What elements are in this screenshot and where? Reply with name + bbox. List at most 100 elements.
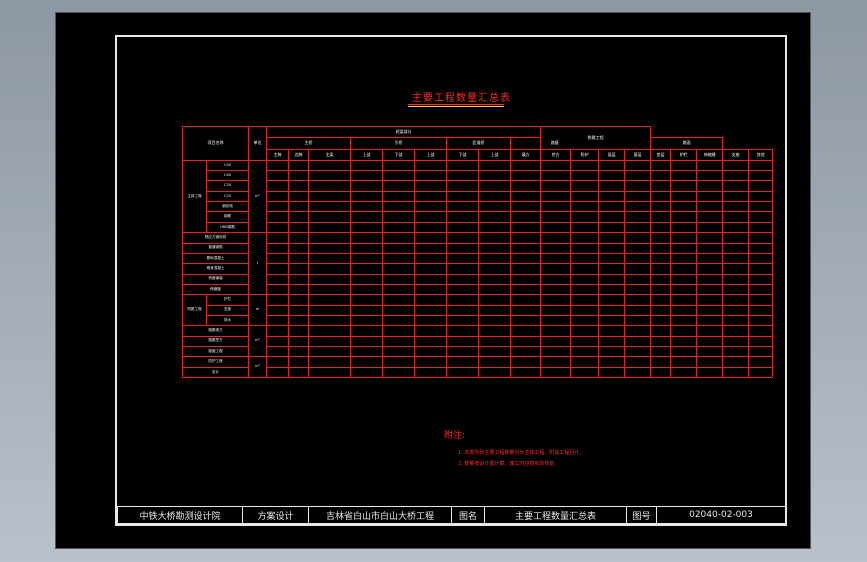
table-cell — [670, 335, 698, 347]
table-cell — [350, 190, 383, 203]
table-cell: 基础混凝土 — [182, 252, 249, 265]
table-cell — [624, 345, 652, 358]
table-cell — [478, 304, 511, 316]
table-cell — [288, 273, 309, 285]
table-cell — [288, 170, 309, 182]
table-cell: 桥梁部分 — [265, 125, 542, 139]
table-row: 钢筋 — [183, 211, 774, 223]
table-cell — [540, 170, 572, 182]
table-cell — [308, 242, 351, 254]
table-cell — [308, 335, 351, 347]
table-cell — [414, 304, 447, 316]
table-cell — [650, 221, 672, 234]
table-cell — [624, 304, 652, 316]
table-cell — [540, 201, 572, 213]
table-cell — [414, 242, 447, 254]
table-cell — [446, 190, 479, 203]
table-cell — [266, 345, 289, 358]
table-cell — [509, 232, 542, 244]
table-cell — [446, 252, 479, 265]
table-cell — [446, 345, 479, 358]
table-cell — [650, 190, 672, 203]
table-cell — [624, 366, 652, 379]
table-cell — [624, 180, 652, 192]
table-header-row: 项目名称 单位 桥梁部分 附属工程 — [182, 125, 773, 161]
table-cell — [696, 180, 724, 192]
table-cell — [670, 273, 698, 285]
table-cell — [382, 201, 415, 213]
table-cell — [598, 325, 626, 337]
table-cell — [670, 294, 698, 306]
table-cell — [478, 366, 511, 379]
table-cell: 面层 — [598, 148, 626, 161]
table-cell — [540, 242, 572, 254]
table-cell — [509, 314, 542, 327]
table-cell — [478, 335, 511, 347]
table-cell: C50 — [206, 159, 249, 172]
table-cell: 单位 — [248, 126, 267, 161]
table-cell: 路基挖方 — [182, 335, 249, 347]
table-cell — [308, 232, 351, 244]
table-cell — [288, 304, 309, 316]
table-cell: 防护 — [570, 148, 600, 161]
table-cell — [722, 335, 750, 347]
table-cell: HRB钢筋 — [206, 221, 249, 234]
table-cell — [308, 304, 351, 316]
table-cell — [446, 201, 479, 213]
table-cell — [624, 356, 652, 368]
table-cell — [288, 232, 309, 244]
table-cell: 主体工程 — [182, 159, 207, 234]
table-cell — [266, 170, 289, 182]
table-cell — [748, 211, 774, 223]
table-row: 主体工程 C50 m³ — [182, 159, 774, 234]
table-cell — [670, 190, 698, 203]
table-cell — [670, 252, 698, 265]
table-cell — [748, 242, 774, 254]
table-cell — [650, 211, 672, 223]
table-cell — [748, 221, 774, 234]
table-cell: 项目名称 — [182, 126, 249, 161]
table-cell — [308, 294, 351, 306]
table-row: 支座 — [183, 304, 774, 316]
table-cell: 伸缩缝 — [182, 283, 249, 296]
table-cell: 上部 — [478, 148, 511, 161]
table-cell — [670, 232, 698, 244]
table-cell — [446, 314, 479, 327]
table-row: 墩身混凝土 — [182, 263, 774, 275]
table-cell: 基层 — [624, 148, 652, 161]
table-cell — [414, 201, 447, 213]
table-cell — [382, 159, 415, 172]
table-cell — [540, 159, 572, 172]
table-cell: 钢筋 — [206, 211, 249, 223]
table-cell — [650, 159, 672, 172]
table-cell — [509, 201, 542, 213]
table-cell — [570, 252, 600, 265]
table-cell: 匝道桥 — [446, 137, 511, 150]
table-cell — [414, 356, 447, 368]
table-cell — [696, 232, 724, 244]
table-cell — [598, 263, 626, 275]
table-cell — [478, 180, 511, 192]
table-cell — [624, 314, 652, 327]
table-cell — [696, 211, 724, 223]
table-cell — [382, 190, 415, 203]
table-row: 桥面铺装 — [182, 273, 774, 285]
table-row: C40 — [183, 170, 774, 182]
table-cell — [478, 201, 511, 213]
table-cell: 上部 — [414, 148, 447, 161]
table-cell: C30 — [206, 180, 249, 192]
table-cell — [598, 304, 626, 316]
table-cell — [288, 221, 309, 234]
table-cell — [748, 273, 774, 285]
table-cell — [598, 201, 626, 213]
table-cell: 伸缩缝 — [696, 148, 724, 161]
table-cell — [598, 221, 626, 234]
table-cell: 支座 — [206, 304, 249, 316]
table-cell — [446, 211, 479, 223]
table-cell — [266, 242, 289, 254]
table-cell — [382, 335, 415, 347]
table-cell — [670, 221, 698, 234]
table-cell — [382, 252, 415, 265]
table-cell — [288, 283, 309, 296]
table-cell — [288, 294, 309, 306]
